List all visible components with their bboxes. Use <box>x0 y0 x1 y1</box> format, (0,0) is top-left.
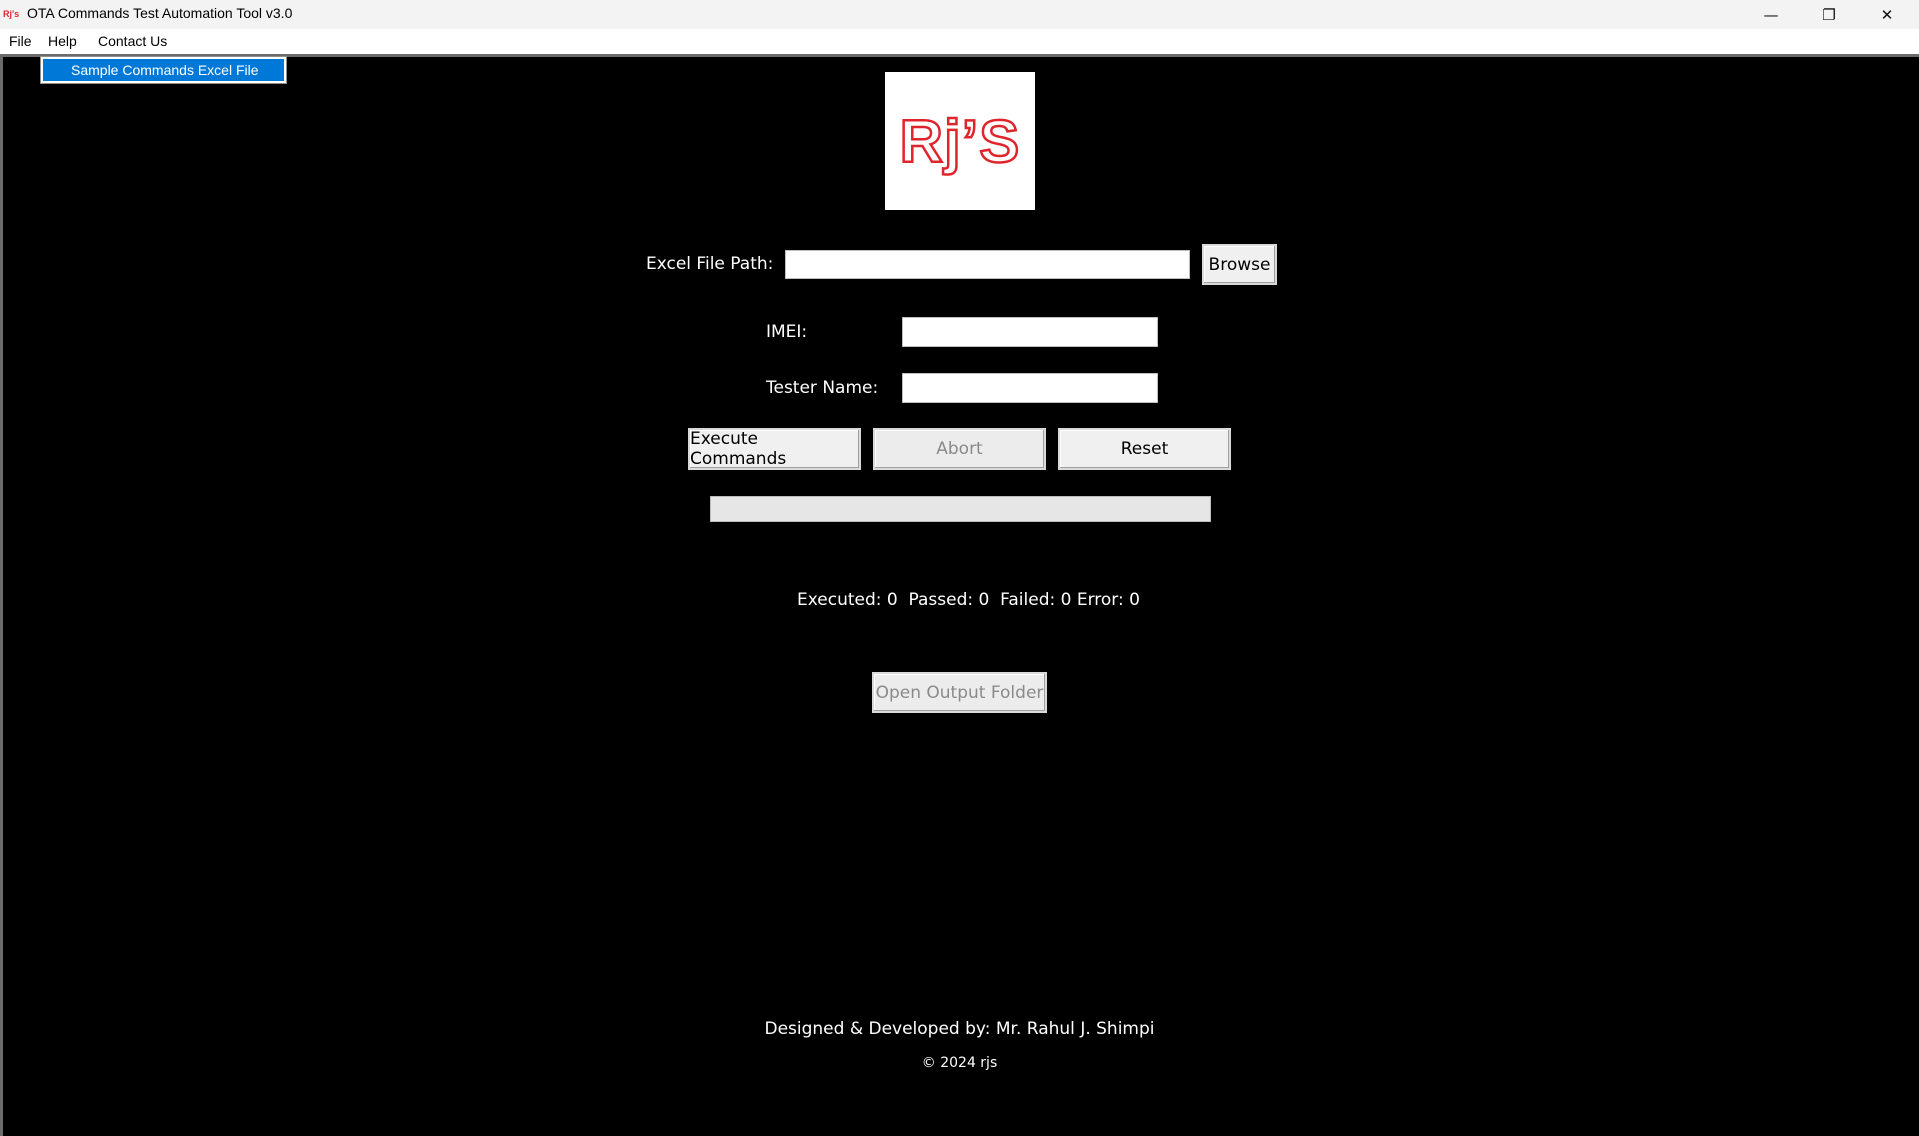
execution-stats: Executed: 0 Passed: 0 Failed: 0 Error: 0 <box>797 590 1140 610</box>
excel-file-path-label: Excel File Path: <box>646 254 774 274</box>
logo-text: Rj’S <box>898 106 1021 176</box>
menu-contact-us[interactable]: Contact Us <box>98 33 167 49</box>
window-frame <box>0 54 1919 57</box>
restore-button[interactable]: ❐ <box>1800 0 1858 29</box>
browse-button[interactable]: Browse <box>1202 244 1277 285</box>
window-frame-left <box>0 54 3 1136</box>
imei-input[interactable] <box>902 317 1158 347</box>
menu-file[interactable]: File <box>9 33 32 49</box>
developer-credit: Designed & Developed by: Mr. Rahul J. Sh… <box>764 1019 1155 1039</box>
tester-name-label: Tester Name: <box>766 378 879 398</box>
title-bar: Rj's OTA Commands Test Automation Tool v… <box>0 0 1919 29</box>
menu-bar: File Help Contact Us <box>0 29 1919 55</box>
minimize-button[interactable]: — <box>1742 0 1800 29</box>
imei-label: IMEI: <box>766 322 808 342</box>
copyright-text: © 2024 rjs <box>921 1055 998 1071</box>
app-logo: Rj’S <box>885 72 1035 210</box>
progress-bar <box>710 496 1211 522</box>
abort-button[interactable]: Abort <box>873 428 1046 470</box>
menu-item-sample-commands-excel[interactable]: Sample Commands Excel File <box>43 59 284 81</box>
close-button[interactable]: ✕ <box>1858 0 1916 29</box>
help-dropdown-menu: Sample Commands Excel File <box>40 56 287 84</box>
excel-file-path-input[interactable] <box>785 250 1190 279</box>
reset-button[interactable]: Reset <box>1058 428 1231 470</box>
open-output-folder-button[interactable]: Open Output Folder <box>872 672 1047 713</box>
window-title: OTA Commands Test Automation Tool v3.0 <box>27 5 293 21</box>
execute-commands-button[interactable]: Execute Commands <box>688 428 861 470</box>
tester-name-input[interactable] <box>902 373 1158 403</box>
app-icon: Rj's <box>3 9 20 19</box>
menu-help[interactable]: Help <box>48 33 77 49</box>
